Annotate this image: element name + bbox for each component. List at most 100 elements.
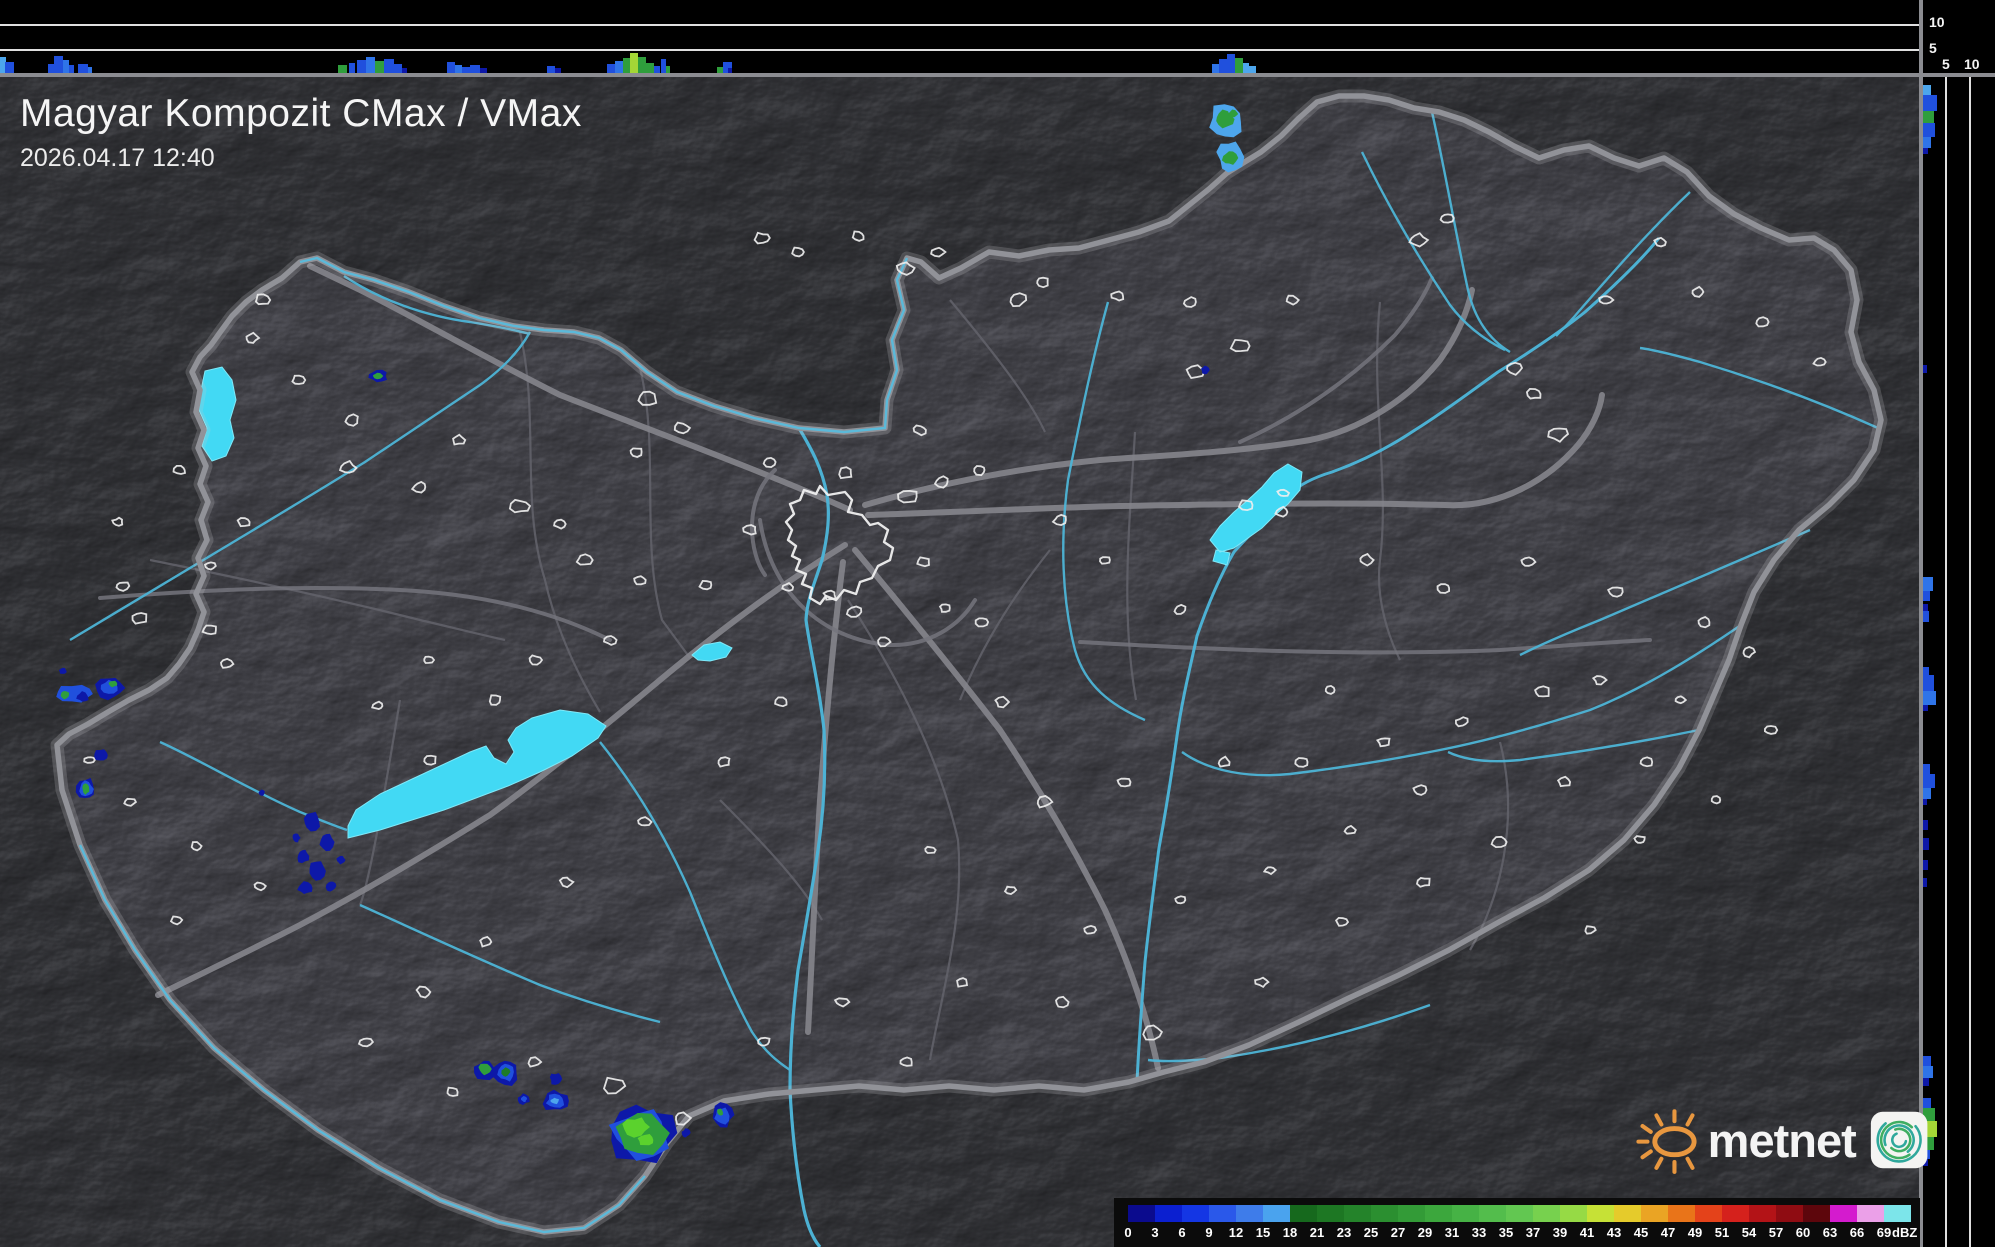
top-axis-tick-5km: 5 <box>1929 41 1937 55</box>
dbz-swatch <box>1641 1205 1668 1222</box>
right-profile-echo <box>1923 774 1935 788</box>
dbz-tick-label: 23 <box>1337 1225 1351 1240</box>
right-profile-echo <box>1923 838 1929 850</box>
right-axis-tick-10km: 10 <box>1964 57 1980 71</box>
top-profile-echo <box>1235 58 1243 73</box>
dbz-swatch <box>1182 1205 1209 1222</box>
right-profile-echo <box>1923 111 1934 123</box>
timestamp: 2026.04.17 12:40 <box>20 144 582 173</box>
top-profile-echo <box>623 58 630 73</box>
right-profile-echo <box>1923 878 1927 887</box>
right-profile-echo <box>1923 148 1928 154</box>
top-profile-echo <box>78 64 88 73</box>
dbz-swatch <box>1884 1205 1911 1222</box>
dbz-tick-label: 12 <box>1229 1225 1243 1240</box>
dbz-swatch <box>1371 1205 1398 1222</box>
dbz-tick-label: 69 <box>1877 1225 1891 1240</box>
right-profile-echo <box>1923 820 1928 830</box>
dbz-tick-label: 57 <box>1769 1225 1783 1240</box>
metnet-app-icon <box>1870 1106 1928 1174</box>
dbz-tick-label: 27 <box>1391 1225 1405 1240</box>
top-profile-echo <box>54 56 63 73</box>
profile-axes-corner: 10 5 5 10 <box>1923 0 1995 73</box>
top-profile-echo <box>1219 59 1227 73</box>
hungary-radar-map <box>0 77 1919 1247</box>
right-profile-echo <box>1923 137 1931 148</box>
dbz-swatch <box>1209 1205 1236 1222</box>
top-profile-gridline-10km <box>0 24 1919 26</box>
dbz-swatch <box>1695 1205 1722 1222</box>
top-profile-echo <box>1249 66 1256 73</box>
dbz-swatch <box>1236 1205 1263 1222</box>
top-profile-echo <box>349 63 355 73</box>
top-profile-echo <box>638 57 646 73</box>
right-profile-echo <box>1923 764 1930 774</box>
right-profile-echo <box>1923 667 1929 675</box>
dbz-swatch <box>1776 1205 1803 1222</box>
dbz-tick-label: 18 <box>1283 1225 1297 1240</box>
dbz-colorbar-band <box>1128 1205 1911 1222</box>
dbz-swatch <box>1614 1205 1641 1222</box>
header: Magyar Kompozit CMax / VMax 2026.04.17 1… <box>20 92 582 173</box>
right-profile-echo <box>1923 591 1930 601</box>
top-vmax-profile <box>0 0 1919 73</box>
dbz-swatch <box>1857 1205 1884 1222</box>
top-profile-echo <box>666 66 670 73</box>
dbz-tick-label: 37 <box>1526 1225 1540 1240</box>
map-right-frame-line <box>1919 0 1923 1247</box>
dbz-tick-label: 35 <box>1499 1225 1513 1240</box>
dbz-unit-label: dBZ <box>1892 1225 1917 1240</box>
dbz-swatch <box>1128 1205 1155 1222</box>
metnet-logo: metnet <box>1636 1098 1928 1182</box>
dbz-tick-label: 33 <box>1472 1225 1486 1240</box>
dbz-tick-label: 29 <box>1418 1225 1432 1240</box>
dbz-swatch <box>1668 1205 1695 1222</box>
top-profile-echo <box>1212 64 1219 73</box>
dbz-tick-label: 31 <box>1445 1225 1459 1240</box>
dbz-swatch <box>1479 1205 1506 1222</box>
top-profile-echo <box>69 65 74 73</box>
top-profile-echo <box>357 60 366 73</box>
dbz-swatch <box>1722 1205 1749 1222</box>
right-profile-echo <box>1923 365 1927 373</box>
top-axis-tick-10km: 10 <box>1929 15 1945 29</box>
dbz-swatch <box>1533 1205 1560 1222</box>
dbz-swatch <box>1803 1205 1830 1222</box>
top-profile-echo <box>470 65 480 73</box>
dbz-tick-label: 15 <box>1256 1225 1270 1240</box>
top-profile-echo <box>394 64 402 73</box>
dbz-tick-label: 63 <box>1823 1225 1837 1240</box>
dbz-tick-label: 21 <box>1310 1225 1324 1240</box>
dbz-tick-label: 47 <box>1661 1225 1675 1240</box>
dbz-swatch <box>1155 1205 1182 1222</box>
top-profile-echo <box>607 64 615 73</box>
top-profile-echo <box>375 61 384 73</box>
top-profile-echo <box>338 65 347 73</box>
dbz-swatch <box>1587 1205 1614 1222</box>
dbz-swatch <box>1560 1205 1587 1222</box>
right-profile-echo <box>1923 95 1937 111</box>
right-profile-echo <box>1923 85 1931 95</box>
dbz-tick-label: 43 <box>1607 1225 1621 1240</box>
dbz-swatch <box>1506 1205 1533 1222</box>
right-profile-echo <box>1923 123 1935 137</box>
right-profile-gridline-5km <box>1945 77 1947 1247</box>
radar-display: 10 5 5 10 Magyar Kompozit CMax / VMax 20… <box>0 0 1995 1247</box>
right-profile-echo <box>1923 860 1928 870</box>
right-profile-echo <box>1923 675 1934 691</box>
right-vmax-profile <box>1923 77 1995 1247</box>
dbz-tick-label: 41 <box>1580 1225 1594 1240</box>
dbz-tick-label: 51 <box>1715 1225 1729 1240</box>
top-profile-echo <box>384 59 394 73</box>
dbz-swatch <box>1290 1205 1317 1222</box>
map-top-frame-line <box>0 73 1995 77</box>
sun-icon <box>1636 1098 1710 1182</box>
right-profile-echo <box>1923 691 1936 705</box>
top-profile-echo <box>547 66 555 73</box>
dbz-tick-label: 54 <box>1742 1225 1756 1240</box>
dbz-swatch <box>1344 1205 1371 1222</box>
right-profile-echo <box>1923 1066 1933 1078</box>
dbz-tick-label: 9 <box>1205 1225 1212 1240</box>
dbz-tick-label: 39 <box>1553 1225 1567 1240</box>
dbz-swatch <box>1317 1205 1344 1222</box>
